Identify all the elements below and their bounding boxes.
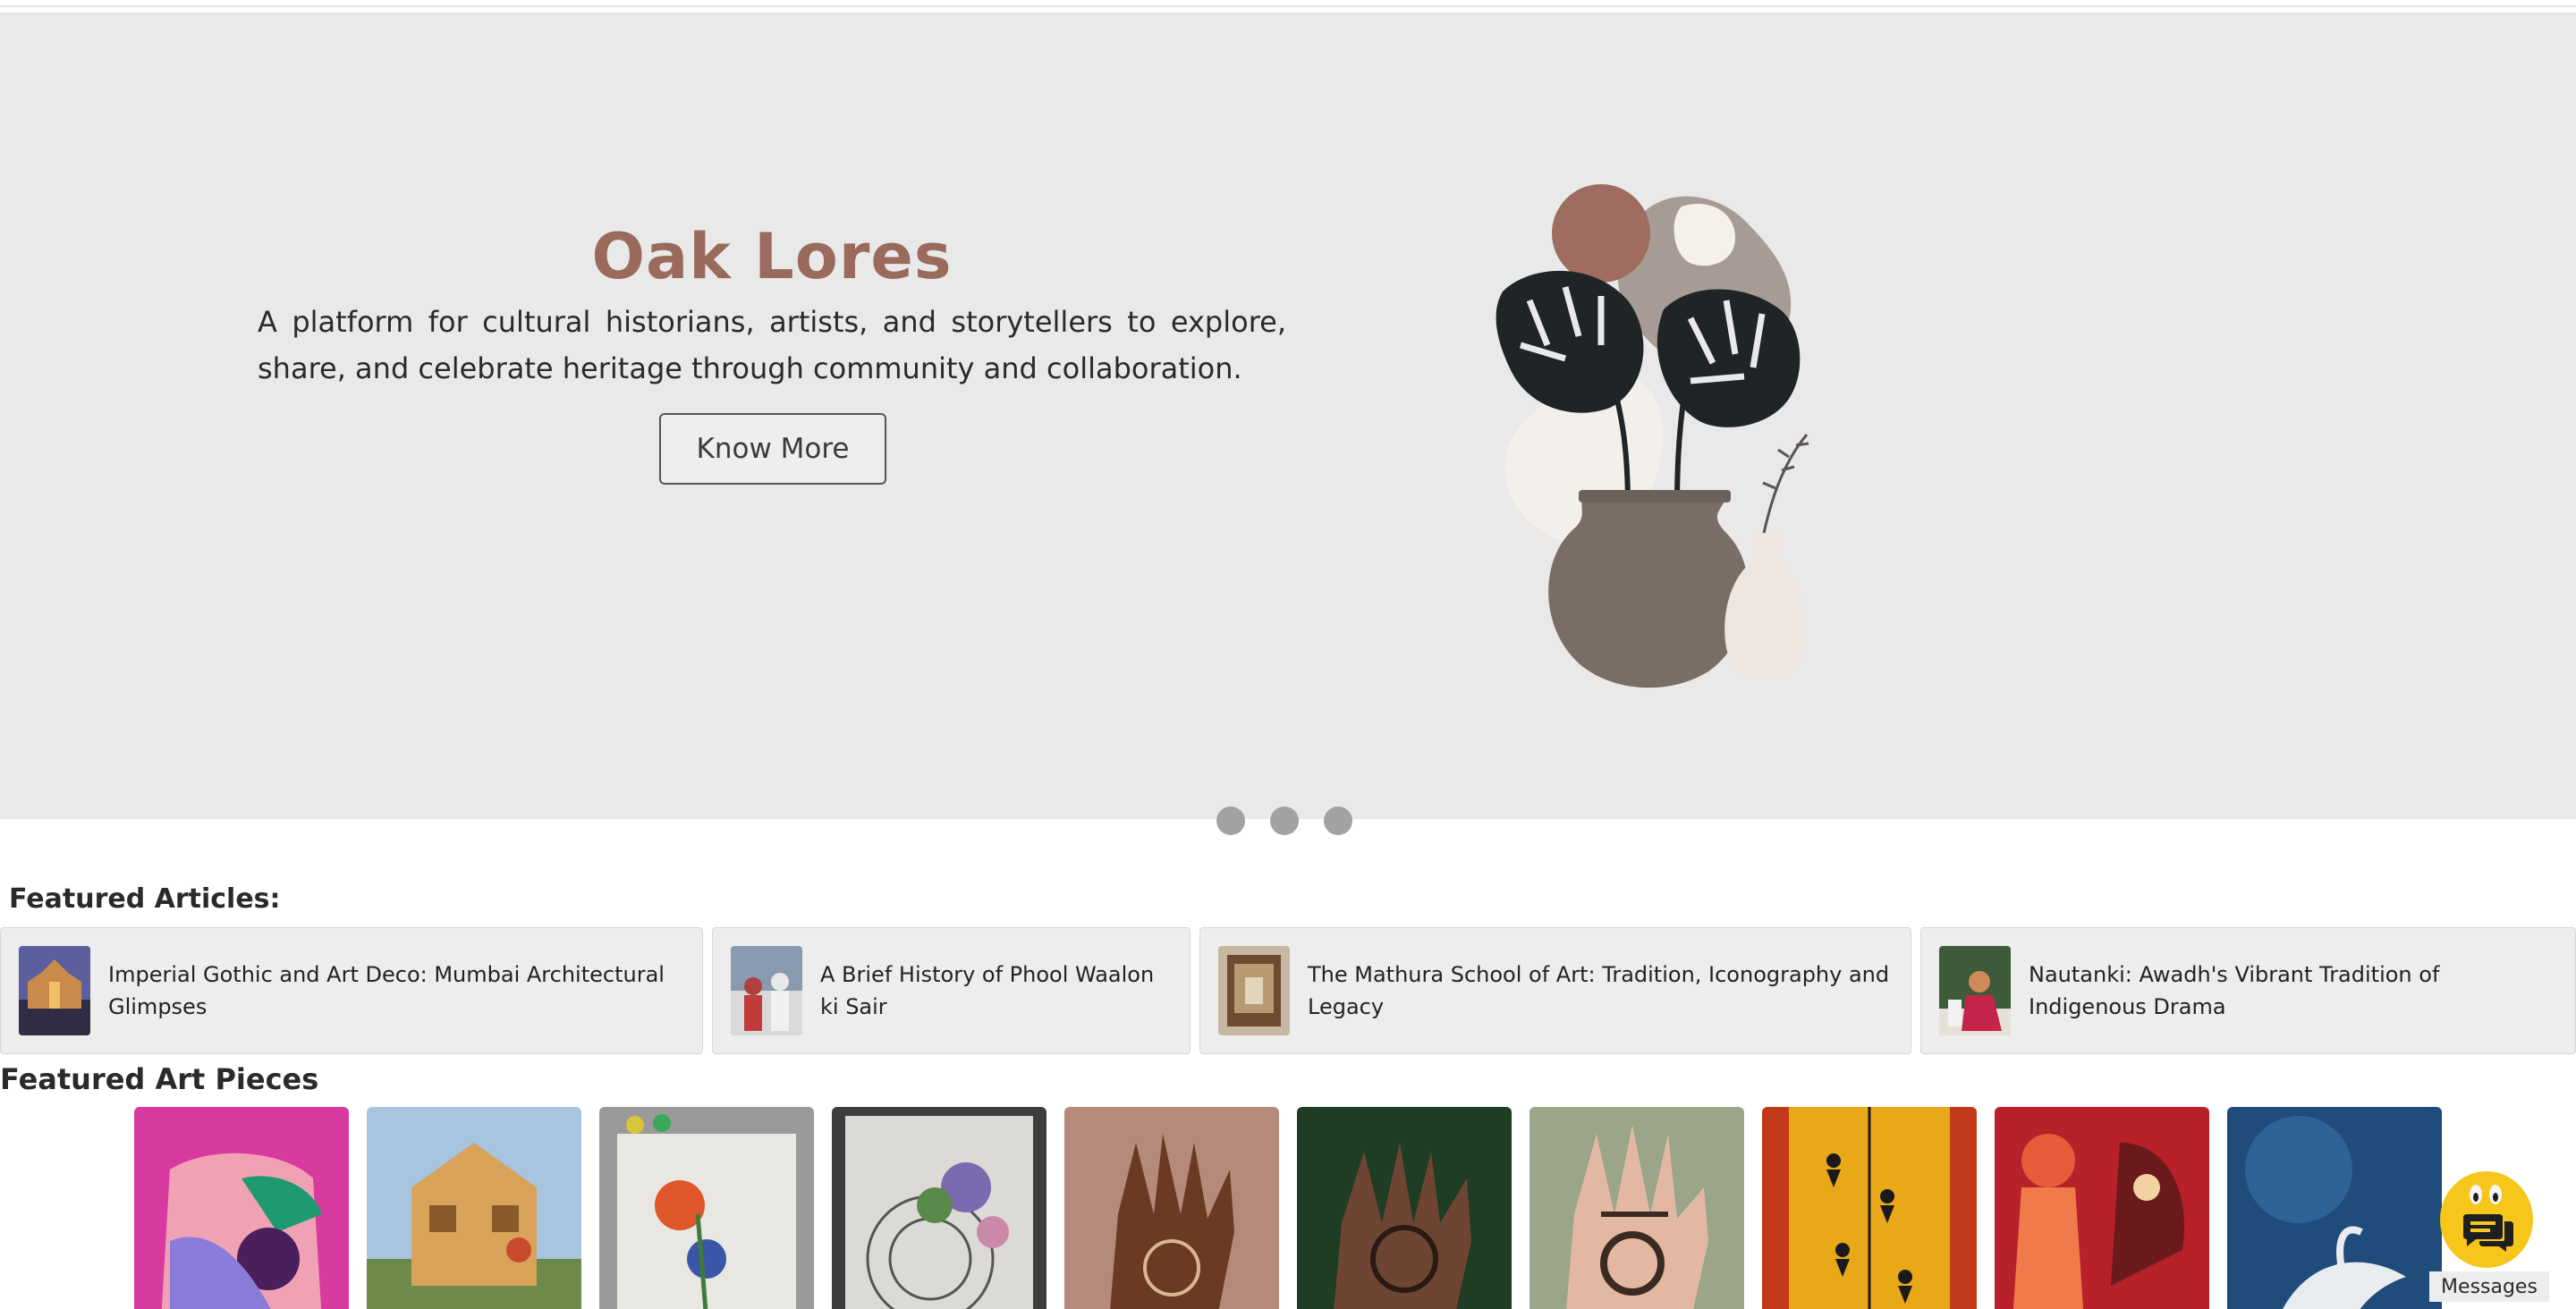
article-card[interactable]: A Brief History of Phool Waalon ki Sair xyxy=(712,927,1191,1054)
featured-articles-heading: Featured Articles: xyxy=(9,883,281,915)
article-card[interactable]: The Mathura School of Art: Tradition, Ic… xyxy=(1199,927,1911,1054)
drama-thumb xyxy=(1939,946,2011,1035)
kerala-mural[interactable] xyxy=(1995,1107,2209,1309)
messages-button[interactable] xyxy=(2440,1171,2533,1268)
mehndi-hand-3[interactable] xyxy=(1530,1107,1744,1309)
mehndi-hand-1[interactable] xyxy=(1064,1107,1279,1309)
mumbai-building-thumb xyxy=(19,946,90,1035)
plant-vase-illustration xyxy=(1496,184,1809,688)
flower-painting[interactable] xyxy=(599,1107,814,1309)
festival-thumb xyxy=(731,946,802,1035)
article-card[interactable]: Nautanki: Awadh's Vibrant Tradition of I… xyxy=(1920,927,2576,1054)
featured-art-heading: Featured Art Pieces xyxy=(0,1062,319,1096)
article-title: The Mathura School of Art: Tradition, Ic… xyxy=(1308,962,1890,1019)
know-more-button[interactable]: Know More xyxy=(659,413,886,485)
article-title: Imperial Gothic and Art Deco: Mumbai Arc… xyxy=(108,962,665,1019)
hero-title: Oak Lores xyxy=(591,220,953,293)
featured-articles-list: Imperial Gothic and Art Deco: Mumbai Arc… xyxy=(0,927,2576,1054)
carousel-dots xyxy=(1216,807,1360,837)
article-title: A Brief History of Phool Waalon ki Sair xyxy=(820,962,1155,1019)
wooden-house-model[interactable] xyxy=(367,1107,581,1309)
chat-icon xyxy=(2463,1185,2513,1252)
featured-art-gallery xyxy=(0,1107,2576,1309)
carousel-dot-1[interactable] xyxy=(1216,807,1245,835)
abstract-pink-art[interactable] xyxy=(134,1107,349,1309)
messages-label: Messages xyxy=(2429,1271,2549,1302)
hero-carousel: Oak Lores A platform for cultural histor… xyxy=(0,14,2576,835)
carousel-dot-2[interactable] xyxy=(1270,807,1299,835)
mandala-sketch[interactable] xyxy=(832,1107,1046,1309)
hero-description: A platform for cultural historians, arti… xyxy=(258,305,1286,385)
top-divider xyxy=(0,5,2576,7)
article-card[interactable]: Imperial Gothic and Art Deco: Mumbai Arc… xyxy=(0,927,703,1054)
swan-painting[interactable] xyxy=(2227,1107,2442,1309)
warli-painting[interactable] xyxy=(1762,1107,1977,1309)
article-title: Nautanki: Awadh's Vibrant Tradition of I… xyxy=(2029,962,2440,1019)
mehndi-hand-2[interactable] xyxy=(1297,1107,1512,1309)
carousel-dot-3[interactable] xyxy=(1324,807,1352,835)
top-nav-bar xyxy=(0,0,2576,14)
museum-thumb xyxy=(1218,946,1290,1035)
